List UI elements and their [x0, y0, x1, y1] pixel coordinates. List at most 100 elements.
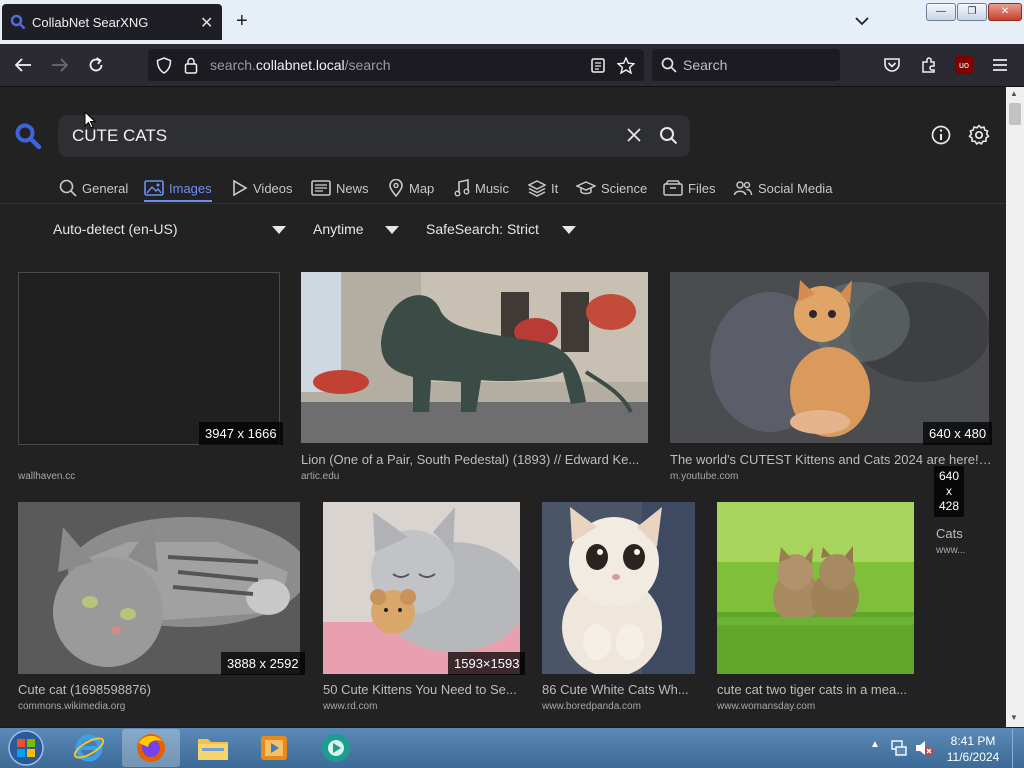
mouse-cursor-icon	[84, 111, 96, 129]
layers-icon	[528, 180, 546, 197]
file-box-icon	[663, 180, 683, 196]
kitten-fairy-image	[670, 272, 989, 443]
ublock-origin-icon[interactable]: uo	[955, 56, 973, 74]
result-title[interactable]: cute cat two tiger cats in a mea...	[717, 682, 914, 697]
clear-query-icon[interactable]	[627, 128, 641, 142]
browser-search-placeholder: Search	[683, 57, 728, 73]
hamburger-menu-icon[interactable]	[992, 58, 1008, 72]
tab-music[interactable]: Music	[454, 176, 509, 200]
tab-searxng[interactable]: CollabNet SearXNG ✕	[2, 4, 222, 40]
time-dropdown-icon[interactable]	[385, 226, 399, 234]
reader-view-icon[interactable]	[591, 58, 605, 73]
result-source[interactable]: artic.edu	[301, 471, 339, 482]
page-scrollbar[interactable]: ▲ ▼	[1006, 87, 1024, 727]
tab-images[interactable]: Images	[144, 176, 212, 202]
result-source[interactable]: www.rd.com	[323, 701, 377, 712]
result-thumbnail[interactable]	[542, 502, 695, 674]
result-title[interactable]: Cats	[936, 526, 996, 541]
result-title[interactable]: Cute cat (1698598876)	[18, 682, 300, 697]
reload-icon[interactable]	[87, 56, 105, 74]
tab-news[interactable]: News	[311, 176, 369, 200]
image-icon	[144, 180, 164, 196]
result-source[interactable]: wallhaven.cc	[18, 471, 75, 482]
scroll-up-arrow-icon[interactable]: ▲	[1010, 89, 1018, 98]
tab-close-icon[interactable]: ✕	[200, 13, 213, 33]
tabby-cat-image	[18, 502, 300, 674]
music-note-icon	[454, 179, 470, 197]
search-icon	[59, 179, 77, 197]
start-button-icon[interactable]	[6, 729, 46, 767]
result-title[interactable]: 50 Cute Kittens You Need to Se...	[323, 682, 520, 697]
safesearch-select[interactable]: SafeSearch: Strict	[426, 221, 539, 237]
result-thumbnail[interactable]	[717, 502, 914, 674]
media-player-icon[interactable]	[258, 732, 290, 764]
language-dropdown-icon[interactable]	[272, 226, 286, 234]
show-hidden-icons-icon[interactable]: ▲	[870, 739, 880, 750]
tab-map[interactable]: Map	[388, 176, 434, 200]
result-thumbnail[interactable]	[670, 272, 989, 443]
image-dimensions: 3888 x 2592	[221, 652, 305, 675]
search-query-input[interactable]: CUTE CATS	[72, 126, 167, 146]
safesearch-dropdown-icon[interactable]	[562, 226, 576, 234]
result-source[interactable]: commons.wikimedia.org	[18, 701, 125, 712]
internet-explorer-icon[interactable]	[72, 731, 106, 765]
maximize-button[interactable]: ❐	[957, 3, 987, 21]
volume-muted-icon[interactable]	[914, 739, 934, 757]
url-bar[interactable]: search.collabnet.local/search	[148, 49, 644, 81]
result-thumbnail[interactable]	[301, 272, 648, 443]
time-range-select[interactable]: Anytime	[313, 221, 364, 237]
searxng-logo-icon[interactable]	[14, 122, 42, 150]
list-tabs-chevron-icon[interactable]	[855, 16, 869, 26]
file-explorer-icon[interactable]	[196, 732, 230, 764]
tab-science[interactable]: Science	[576, 176, 647, 200]
browser-search-box[interactable]: Search	[652, 49, 840, 81]
grey-kitten-teddy-image	[323, 502, 520, 674]
minimize-button[interactable]: —	[926, 3, 956, 21]
result-source[interactable]: www...	[936, 545, 965, 556]
back-icon[interactable]	[14, 57, 32, 73]
new-tab-icon[interactable]: +	[236, 10, 248, 33]
result-thumbnail[interactable]	[18, 502, 300, 674]
taskbar-clock[interactable]: 8:41 PM 11/6/2024	[938, 733, 1008, 765]
newspaper-icon	[311, 180, 331, 196]
shield-icon[interactable]	[156, 57, 172, 74]
forward-icon[interactable]	[51, 57, 69, 73]
tab-general[interactable]: General	[59, 176, 128, 200]
settings-gear-icon[interactable]	[968, 124, 990, 146]
tab-it[interactable]: It	[528, 176, 558, 200]
result-title[interactable]: Lion (One of a Pair, South Pedestal) (18…	[301, 452, 648, 467]
tab-social-media[interactable]: Social Media	[733, 176, 832, 200]
result-source[interactable]: www.womansday.com	[717, 701, 815, 712]
url-text[interactable]: search.collabnet.local/search	[210, 57, 391, 73]
result-thumbnail[interactable]	[323, 502, 520, 674]
image-dimensions: 640 x 428	[934, 466, 964, 517]
category-divider	[0, 203, 1006, 204]
result-title[interactable]: 86 Cute White Cats Wh...	[542, 682, 695, 697]
people-icon	[733, 181, 753, 196]
searxng-favicon	[10, 14, 26, 30]
clock-time: 8:41 PM	[950, 734, 996, 748]
language-select[interactable]: Auto-detect (en-US)	[53, 221, 178, 237]
result-title[interactable]: The world's CUTEST Kittens and Cats 2024…	[670, 452, 992, 467]
lion-statue-image	[301, 272, 648, 443]
result-source[interactable]: www.boredpanda.com	[542, 701, 641, 712]
close-window-button[interactable]: ✕	[988, 3, 1022, 21]
bookmark-star-icon[interactable]	[617, 57, 635, 74]
lock-icon[interactable]	[184, 57, 198, 74]
teal-app-icon[interactable]	[318, 731, 354, 765]
tab-files[interactable]: Files	[663, 176, 715, 200]
tab-videos[interactable]: Videos	[232, 176, 293, 200]
result-source[interactable]: m.youtube.com	[670, 471, 738, 482]
scroll-down-arrow-icon[interactable]: ▼	[1010, 713, 1018, 722]
pocket-icon[interactable]	[883, 56, 901, 74]
info-icon[interactable]	[931, 125, 951, 145]
show-desktop-button[interactable]	[1012, 729, 1024, 768]
extensions-icon[interactable]	[920, 56, 938, 74]
result-thumbnail[interactable]	[18, 272, 280, 445]
network-icon[interactable]	[890, 739, 908, 757]
submit-search-icon[interactable]	[659, 126, 678, 145]
scrollbar-thumb[interactable]	[1009, 103, 1021, 125]
nav-bar: search.collabnet.local/search Search uo	[0, 44, 1024, 87]
firefox-icon[interactable]	[134, 731, 168, 765]
white-kitten-image	[542, 502, 695, 674]
